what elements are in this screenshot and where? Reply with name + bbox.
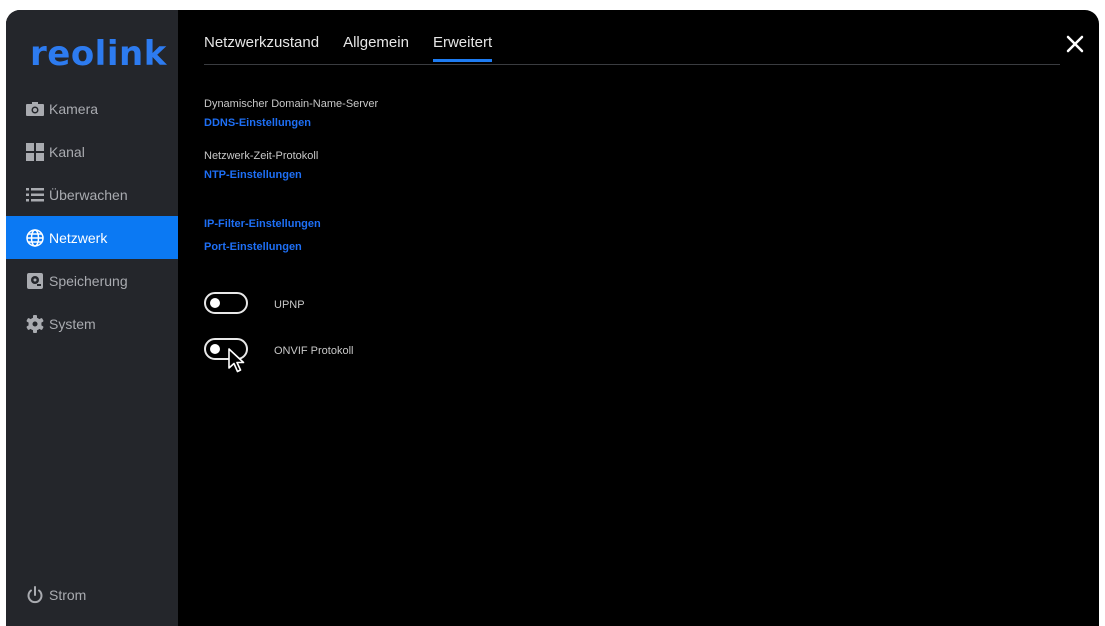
- close-button[interactable]: [1063, 32, 1087, 56]
- sidebar-item-label: Kanal: [49, 143, 85, 160]
- power-label: Strom: [49, 587, 87, 603]
- sidebar-item-kanal[interactable]: Kanal: [6, 130, 178, 173]
- onvif-label: ONVIF Protokoll: [274, 345, 354, 357]
- tab-erweitert[interactable]: Erweitert: [432, 34, 493, 62]
- mouse-cursor-icon: [228, 348, 246, 379]
- tab-allgemein[interactable]: Allgemein: [343, 34, 409, 62]
- upnp-toggle[interactable]: [204, 292, 248, 314]
- ddns-label: Dynamischer Domain-Name-Server: [204, 98, 379, 110]
- camera-icon: [26, 100, 44, 118]
- sidebar-item-label: Netzwerk: [49, 229, 108, 246]
- power-icon: [26, 586, 44, 604]
- sidebar-item-speicherung[interactable]: Speicherung: [6, 259, 178, 302]
- sidebar-item-label: Überwachen: [49, 186, 128, 203]
- toggle-knob: [210, 344, 220, 354]
- ip-filter-settings-link[interactable]: IP-Filter-Einstellungen: [204, 218, 321, 230]
- close-icon: [1063, 35, 1087, 60]
- tab-bar: Netzwerkzustand Allgemein Erweitert: [204, 34, 516, 62]
- grid-icon: [26, 142, 44, 161]
- tab-netzwerkzustand[interactable]: Netzwerkzustand: [204, 34, 319, 62]
- sidebar-item-ueberwachen[interactable]: Überwachen: [6, 173, 178, 216]
- sidebar-item-label: System: [49, 315, 96, 332]
- sidebar-item-label: Speicherung: [49, 272, 128, 289]
- app-window: reolink Kamera Kanal Überwachen Netzwerk: [6, 10, 1099, 626]
- ntp-settings-link[interactable]: NTP-Einstellungen: [204, 169, 302, 181]
- storage-icon: [26, 272, 44, 290]
- sidebar-item-label: Kamera: [49, 100, 99, 117]
- toggle-knob: [210, 298, 220, 308]
- port-settings-link[interactable]: Port-Einstellungen: [204, 241, 302, 253]
- gear-icon: [26, 314, 44, 333]
- main-panel: Netzwerkzustand Allgemein Erweitert Dyna…: [178, 10, 1099, 626]
- upnp-label: UPNP: [274, 299, 305, 311]
- sidebar-item-system[interactable]: System: [6, 302, 178, 345]
- list-icon: [26, 186, 44, 204]
- sidebar: reolink Kamera Kanal Überwachen Netzwerk: [6, 10, 178, 626]
- sidebar-item-kamera[interactable]: Kamera: [6, 87, 178, 130]
- globe-icon: [26, 228, 44, 247]
- ntp-label: Netzwerk-Zeit-Protokoll: [204, 150, 319, 162]
- power-button[interactable]: Strom: [26, 586, 86, 604]
- sidebar-item-netzwerk[interactable]: Netzwerk: [6, 216, 178, 259]
- tab-divider: [204, 64, 1060, 65]
- ddns-settings-link[interactable]: DDNS-Einstellungen: [204, 117, 311, 129]
- reolink-logo: reolink: [30, 34, 167, 74]
